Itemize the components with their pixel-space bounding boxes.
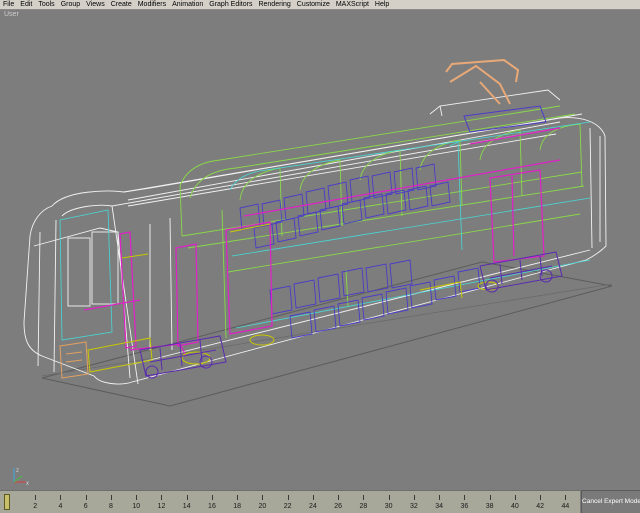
timeline-tick-label: 30 (384, 503, 393, 510)
upper-deck-frames (179, 105, 585, 339)
time-slider-track[interactable]: 2 4 6 8 10 12 14 16 18 20 22 24 26 28 30 32 34 36 38 40 42 44 (0, 490, 580, 513)
timeline-tick-mark (464, 495, 466, 500)
menu-views[interactable]: Views (83, 0, 108, 9)
timeline-tick-mark (136, 495, 138, 500)
floor-plane (41, 261, 613, 407)
pantograph (445, 58, 520, 105)
front-bogie (139, 335, 227, 379)
timeline-tick-label: 44 (561, 503, 570, 510)
timeline-tick-mark (237, 495, 239, 500)
timeline-tick-mark (363, 495, 365, 500)
axis-tripod-icon: z x (13, 468, 29, 486)
timeline-tick-label: 26 (334, 503, 343, 510)
timeline-tick-label: 6 (83, 503, 88, 510)
timeline-tick-label: 10 (132, 503, 141, 510)
timeline-tick-mark (312, 495, 314, 500)
timeline-tick-mark (439, 495, 441, 500)
timeline-tick-mark (35, 495, 37, 500)
viewport-label[interactable]: User (4, 11, 19, 18)
viewport-user[interactable]: User z x (0, 10, 640, 488)
timeline-tick-mark (540, 495, 542, 500)
timeline-tick-label: 34 (435, 503, 444, 510)
timeline-tick-mark (161, 495, 163, 500)
timeline-tick-label: 42 (536, 503, 545, 510)
menu-modifiers[interactable]: Modifiers (135, 0, 169, 9)
timeline-tick-label: 20 (258, 503, 267, 510)
menu-group[interactable]: Group (58, 0, 83, 9)
menu-graph-editors[interactable]: Graph Editors (206, 0, 255, 9)
cancel-expert-mode-button[interactable]: Cancel Expert Mode (581, 490, 640, 513)
menu-file[interactable]: File (0, 0, 17, 9)
timeline-tick-label: 28 (359, 503, 368, 510)
car-body-outline (23, 89, 607, 385)
timeline-tick-mark (413, 495, 415, 500)
upper-seats (239, 163, 451, 249)
timeline-ruler[interactable]: 2 4 6 8 10 12 14 16 18 20 22 24 26 28 30 32 34 36 38 40 42 44 (10, 495, 578, 510)
menu-create[interactable]: Create (108, 0, 135, 9)
timeline-tick-mark (60, 495, 62, 500)
menu-customize[interactable]: Customize (294, 0, 333, 9)
timeline-tick-mark (211, 495, 213, 500)
axis-z-label: z (16, 468, 19, 474)
timeline-tick-label: 24 (309, 503, 317, 510)
timeline-tick-label: 16 (208, 503, 216, 510)
timeline-tick-mark (388, 495, 390, 500)
timeline-tick-label: 38 (485, 503, 494, 510)
menu-animation[interactable]: Animation (169, 0, 206, 9)
menu-tools[interactable]: Tools (35, 0, 57, 9)
train-wireframe-model[interactable] (0, 10, 640, 488)
timeline-tick-label: 4 (58, 503, 63, 510)
menu-edit[interactable]: Edit (17, 0, 35, 9)
lower-seats (269, 259, 481, 339)
timeline-tick-mark (287, 495, 289, 500)
cyan-frames (59, 121, 591, 341)
timeline-tick-mark (565, 495, 567, 500)
menu-bar: File Edit Tools Group Views Create Modifiers An… (0, 0, 640, 10)
timeline-tick-label: 12 (157, 503, 166, 510)
timeline-tick-label: 40 (510, 503, 519, 510)
timeline-tick-mark (262, 495, 264, 500)
axis-x-label: x (26, 481, 29, 486)
menu-rendering[interactable]: Rendering (255, 0, 293, 9)
timeline-tick-label: 18 (233, 503, 242, 510)
menu-help[interactable]: Help (372, 0, 392, 9)
rear-bogie (479, 251, 563, 293)
timeline-tick-mark (489, 495, 491, 500)
menu-maxscript[interactable]: MAXScript (333, 0, 372, 9)
timeline-tick-label: 36 (460, 503, 469, 510)
timeline-tick-label: 32 (410, 503, 418, 510)
timeline-tick-mark (338, 495, 340, 500)
magenta-trim (83, 127, 561, 357)
timeline-tick-mark (110, 495, 112, 500)
timeline-tick-mark (186, 495, 188, 500)
timeline-tick-mark (85, 495, 87, 500)
timeline-tick-label: 22 (283, 503, 292, 510)
timeline-tick-label: 2 (33, 503, 38, 510)
timeline-tick-label: 14 (182, 503, 191, 510)
timeline-tick-mark (514, 495, 516, 500)
timeline-tick-label: 8 (109, 503, 113, 510)
